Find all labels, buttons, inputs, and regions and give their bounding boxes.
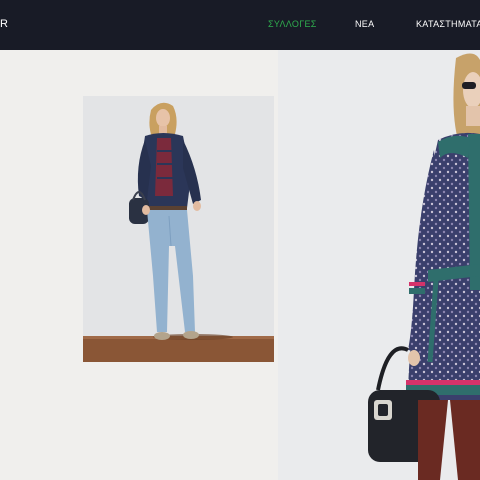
top-navigation-bar: R ΣΥΛΛΟΓΕΣ ΝΕΑ ΚΑΤΑΣΤΗΜΑΤΑ [0,0,480,50]
brand-logo[interactable]: R [0,18,9,30]
nav-news[interactable]: ΝΕΑ [355,19,374,29]
model-photo-jeans-outfit-illustration [83,96,274,362]
nav-collections[interactable]: ΣΥΛΛΟΓΕΣ [268,19,317,29]
model-photo-patterned-dress[interactable] [278,50,480,480]
model-photo-jeans-outfit[interactable] [83,96,274,362]
nav-stores[interactable]: ΚΑΤΑΣΤΗΜΑΤΑ [416,19,480,29]
model-photo-patterned-dress-illustration [278,50,480,480]
